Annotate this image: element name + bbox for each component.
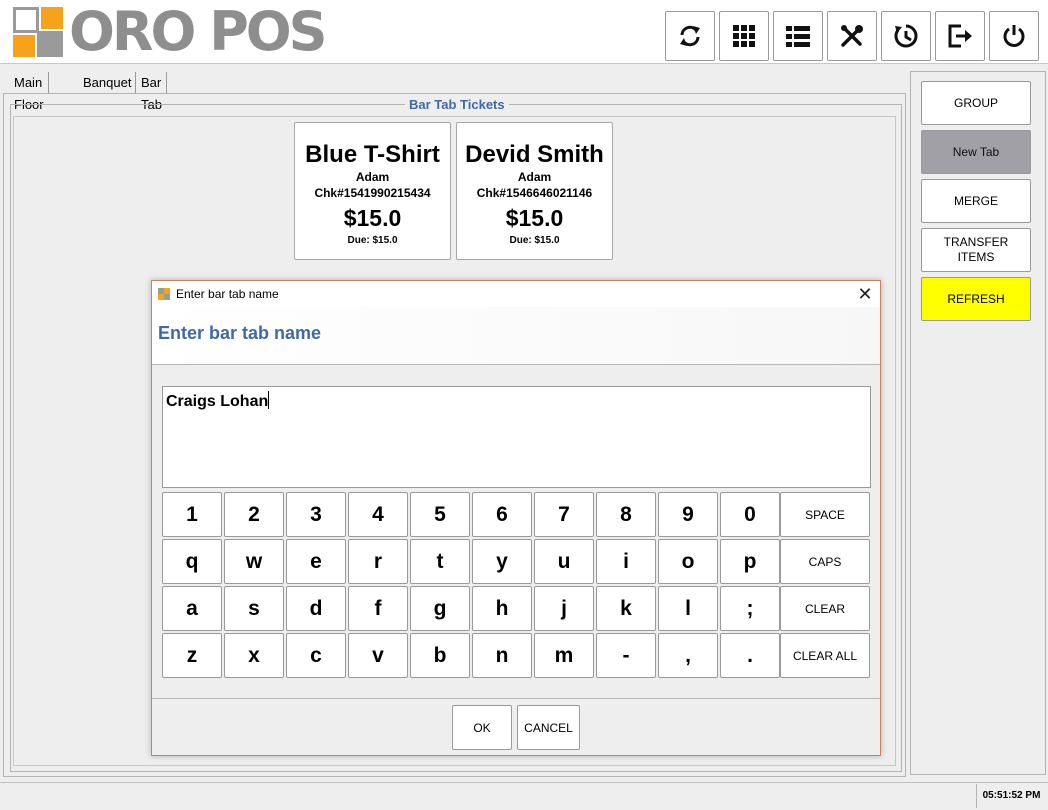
app-icon bbox=[158, 288, 170, 300]
key-row4-7[interactable]: - bbox=[596, 633, 656, 678]
key-row3-5[interactable]: h bbox=[472, 586, 532, 631]
key-row2-0[interactable]: q bbox=[162, 539, 222, 584]
key-row1-6[interactable]: 7 bbox=[534, 492, 594, 537]
refresh-button[interactable] bbox=[665, 11, 715, 61]
input-value: Craigs Lohan bbox=[166, 393, 269, 410]
key-row4-0[interactable]: z bbox=[162, 633, 222, 678]
ticket-name: Devid Smith bbox=[465, 141, 604, 168]
ticket-check: Chk#1541990215434 bbox=[314, 186, 431, 200]
key-row4-1[interactable]: x bbox=[224, 633, 284, 678]
key-row3-8[interactable]: l bbox=[658, 586, 718, 631]
ticket-due: Due: $15.0 bbox=[509, 235, 560, 246]
key-row1-0[interactable]: 1 bbox=[162, 492, 222, 537]
key-row4-6[interactable]: m bbox=[534, 633, 594, 678]
key-row3-2[interactable]: d bbox=[286, 586, 346, 631]
tab-banquet[interactable]: Banquet bbox=[79, 72, 137, 94]
ticket-total: $15.0 bbox=[505, 205, 564, 231]
clear-key[interactable]: CLEAR bbox=[780, 586, 870, 631]
key-row2-4[interactable]: t bbox=[410, 539, 470, 584]
key-row4-8[interactable]: , bbox=[658, 633, 718, 678]
list-button[interactable] bbox=[773, 11, 823, 61]
key-row2-6[interactable]: u bbox=[534, 539, 594, 584]
key-row1-1[interactable]: 2 bbox=[224, 492, 284, 537]
ticket-server: Adam bbox=[355, 170, 390, 184]
key-row2-5[interactable]: y bbox=[472, 539, 532, 584]
ticket-card[interactable]: Blue T-Shirt Adam Chk#1541990215434 $15.… bbox=[294, 122, 451, 260]
transfer-items-button[interactable]: TRANSFER ITEMS bbox=[921, 228, 1031, 272]
tools-button[interactable] bbox=[827, 11, 877, 61]
dialog-header: Enter bar tab name bbox=[152, 307, 880, 365]
tools-icon bbox=[841, 25, 863, 47]
ticket-name: Blue T-Shirt bbox=[305, 141, 440, 168]
ticket-due: Due: $15.0 bbox=[347, 235, 398, 246]
caps-key[interactable]: CAPS bbox=[780, 539, 870, 584]
ok-button[interactable]: OK bbox=[452, 705, 512, 750]
grid-button[interactable] bbox=[719, 11, 769, 61]
new-tab-button[interactable]: New Tab bbox=[921, 130, 1031, 174]
logo-text: ORO POS bbox=[69, 0, 328, 63]
merge-button[interactable]: MERGE bbox=[921, 179, 1031, 223]
dialog-divider bbox=[152, 698, 880, 699]
key-row4-9[interactable]: . bbox=[720, 633, 780, 678]
group-title: Bar Tab Tickets bbox=[405, 97, 509, 112]
logout-icon bbox=[948, 24, 972, 48]
power-button[interactable] bbox=[989, 11, 1039, 61]
key-row3-7[interactable]: k bbox=[596, 586, 656, 631]
list-icon bbox=[786, 26, 810, 47]
key-row4-3[interactable]: v bbox=[348, 633, 408, 678]
text-caret bbox=[268, 391, 270, 409]
key-row1-7[interactable]: 8 bbox=[596, 492, 656, 537]
key-row4-2[interactable]: c bbox=[286, 633, 346, 678]
app-logo: ORO POS bbox=[13, 0, 328, 63]
dialog-window-title: Enter bar tab name bbox=[176, 287, 279, 301]
ticket-check: Chk#1546646021146 bbox=[476, 186, 593, 200]
key-row1-4[interactable]: 5 bbox=[410, 492, 470, 537]
dialog-heading: Enter bar tab name bbox=[158, 323, 322, 343]
key-row2-2[interactable]: e bbox=[286, 539, 346, 584]
refresh-icon bbox=[680, 25, 700, 47]
tab-main-floor[interactable]: Main Floor bbox=[10, 72, 49, 112]
refresh-tabs-button[interactable]: REFRESH bbox=[921, 277, 1031, 321]
ticket-card[interactable]: Devid Smith Adam Chk#1546646021146 $15.0… bbox=[456, 122, 613, 260]
key-row2-3[interactable]: r bbox=[348, 539, 408, 584]
status-bar bbox=[0, 782, 1048, 810]
key-row2-1[interactable]: w bbox=[224, 539, 284, 584]
key-row1-9[interactable]: 0 bbox=[720, 492, 780, 537]
logo-mark bbox=[13, 7, 63, 57]
bar-tab-name-dialog: Enter bar tab name ✕ Enter bar tab name … bbox=[151, 280, 881, 756]
group-button[interactable]: GROUP bbox=[921, 81, 1031, 125]
close-icon[interactable]: ✕ bbox=[854, 284, 876, 304]
key-row4-5[interactable]: n bbox=[472, 633, 532, 678]
key-row2-8[interactable]: o bbox=[658, 539, 718, 584]
ticket-server: Adam bbox=[517, 170, 552, 184]
logout-button[interactable] bbox=[935, 11, 985, 61]
ticket-total: $15.0 bbox=[343, 205, 402, 231]
key-row3-0[interactable]: a bbox=[162, 586, 222, 631]
key-row3-4[interactable]: g bbox=[410, 586, 470, 631]
key-row3-1[interactable]: s bbox=[224, 586, 284, 631]
cancel-button[interactable]: CANCEL bbox=[517, 705, 580, 750]
grid-icon bbox=[733, 25, 755, 47]
app-header: ORO POS bbox=[0, 0, 1048, 64]
bar-tab-name-input[interactable]: Craigs Lohan bbox=[162, 386, 871, 488]
key-row2-7[interactable]: i bbox=[596, 539, 656, 584]
key-row3-6[interactable]: j bbox=[534, 586, 594, 631]
dialog-titlebar: Enter bar tab name ✕ bbox=[152, 281, 880, 307]
space-key[interactable]: SPACE bbox=[780, 492, 870, 537]
power-icon bbox=[1003, 25, 1025, 47]
clock-button[interactable] bbox=[881, 11, 931, 61]
action-panel bbox=[910, 71, 1046, 775]
clear-all-key[interactable]: CLEAR ALL bbox=[780, 633, 870, 678]
key-row3-3[interactable]: f bbox=[348, 586, 408, 631]
tab-bar-tab[interactable]: Bar Tab bbox=[137, 72, 167, 112]
key-row4-4[interactable]: b bbox=[410, 633, 470, 678]
key-row1-3[interactable]: 4 bbox=[348, 492, 408, 537]
key-row1-2[interactable]: 3 bbox=[286, 492, 346, 537]
key-row2-9[interactable]: p bbox=[720, 539, 780, 584]
clock-icon bbox=[894, 24, 918, 48]
key-row3-9[interactable]: ; bbox=[720, 586, 780, 631]
status-clock: 05:51:52 PM bbox=[976, 784, 1046, 808]
key-row1-5[interactable]: 6 bbox=[472, 492, 532, 537]
key-row1-8[interactable]: 9 bbox=[658, 492, 718, 537]
